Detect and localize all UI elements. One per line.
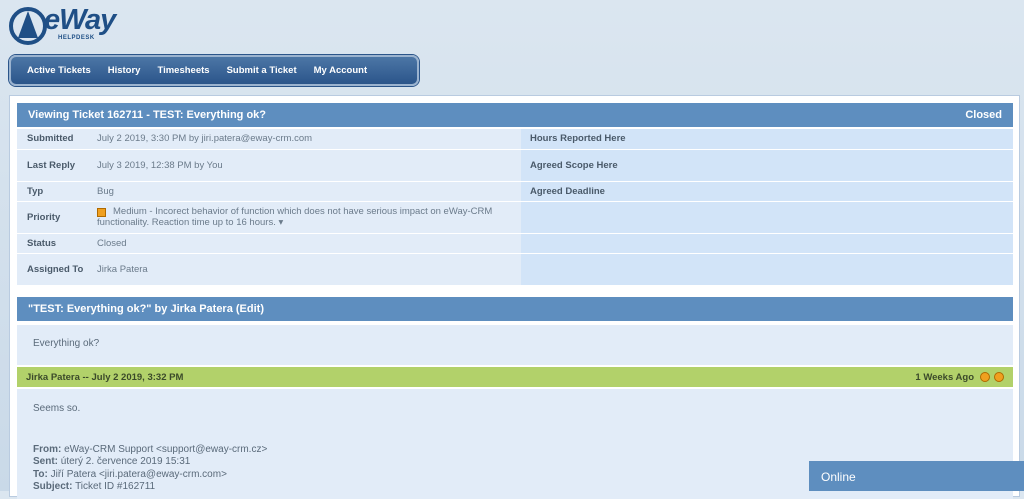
main-nav: Active Tickets History Timesheets Submit… — [9, 55, 419, 86]
hours-reported-label: Hours Reported Here — [521, 129, 1013, 150]
ticket-panel: Viewing Ticket 162711 - TEST: Everything… — [9, 95, 1020, 499]
reply-actions: 1 Weeks Ago — [915, 372, 1004, 383]
ticket-title: Viewing Ticket 162711 - TEST: Everything… — [28, 109, 267, 121]
nav-history[interactable]: History — [108, 65, 141, 76]
message-body-text: Everything ok? — [33, 338, 100, 349]
assigned-value: Jirka Patera — [84, 253, 521, 286]
reply-edit-icon[interactable] — [980, 372, 990, 382]
row-priority: Priority Medium - Incorect behavior of f… — [17, 201, 1013, 234]
priority-medium-icon — [97, 208, 106, 217]
last-reply-label: Last Reply — [17, 149, 84, 182]
priority-value[interactable]: Medium - Incorect behavior of function w… — [97, 206, 492, 228]
status-label: Status — [17, 233, 84, 254]
row-last-reply: Last Reply July 3 2019, 12:38 PM by You … — [17, 149, 1013, 182]
reply-body-text: Seems so. — [33, 403, 81, 414]
reply-delete-icon[interactable] — [994, 372, 1004, 382]
ticket-status-badge: Closed — [965, 109, 1002, 121]
row-status: Status Closed — [17, 233, 1013, 254]
online-chat-widget[interactable]: Online — [809, 461, 1024, 491]
logo-brand-text: eWay — [44, 4, 116, 36]
ticket-header: Viewing Ticket 162711 - TEST: Everything… — [17, 103, 1013, 127]
reply-header: Jirka Patera -- July 2 2019, 3:32 PM 1 W… — [17, 367, 1013, 387]
priority-label: Priority — [17, 201, 84, 234]
logo-sub-text: HELPDESK — [58, 35, 95, 41]
message-header: "TEST: Everything ok?" by Jirka Patera (… — [17, 297, 1013, 321]
reply-from-line: From: eWay-CRM Support <support@eway-crm… — [33, 443, 268, 455]
eway-helpdesk-logo[interactable]: eWay HELPDESK — [8, 2, 116, 48]
row-submitted: Submitted July 2 2019, 3:30 PM by jiri.p… — [17, 129, 1013, 150]
status-value: Closed — [84, 233, 521, 254]
row-typ: Typ Bug Agreed Deadline — [17, 181, 1013, 202]
nav-submit-ticket[interactable]: Submit a Ticket — [227, 65, 297, 76]
typ-label: Typ — [17, 181, 84, 202]
submitted-label: Submitted — [17, 129, 84, 150]
agreed-scope-label: Agreed Scope Here — [521, 149, 1013, 182]
ticket-details-table: Submitted July 2 2019, 3:30 PM by jiri.p… — [17, 129, 1013, 286]
empty-right-cell — [521, 201, 1013, 234]
nav-active-tickets[interactable]: Active Tickets — [27, 65, 91, 76]
row-assigned: Assigned To Jirka Patera — [17, 253, 1013, 286]
nav-timesheets[interactable]: Timesheets — [157, 65, 209, 76]
priority-cell: Medium - Incorect behavior of function w… — [84, 201, 521, 234]
submitted-value: July 2 2019, 3:30 PM by jiri.patera@eway… — [84, 129, 521, 150]
assigned-label: Assigned To — [17, 253, 84, 286]
message-body: Everything ok? — [17, 325, 1013, 365]
last-reply-value: July 3 2019, 12:38 PM by You — [84, 149, 521, 182]
logo-emblem-icon — [9, 7, 47, 45]
agreed-deadline-label: Agreed Deadline — [521, 181, 1013, 202]
empty-right-cell — [521, 233, 1013, 254]
reply-ago: 1 Weeks Ago — [915, 371, 974, 383]
typ-value: Bug — [84, 181, 521, 202]
nav-my-account[interactable]: My Account — [314, 65, 367, 76]
message-header-text[interactable]: "TEST: Everything ok?" by Jirka Patera (… — [28, 303, 264, 315]
empty-right-cell — [521, 253, 1013, 286]
reply-author-date: Jirka Patera -- July 2 2019, 3:32 PM — [26, 371, 184, 383]
